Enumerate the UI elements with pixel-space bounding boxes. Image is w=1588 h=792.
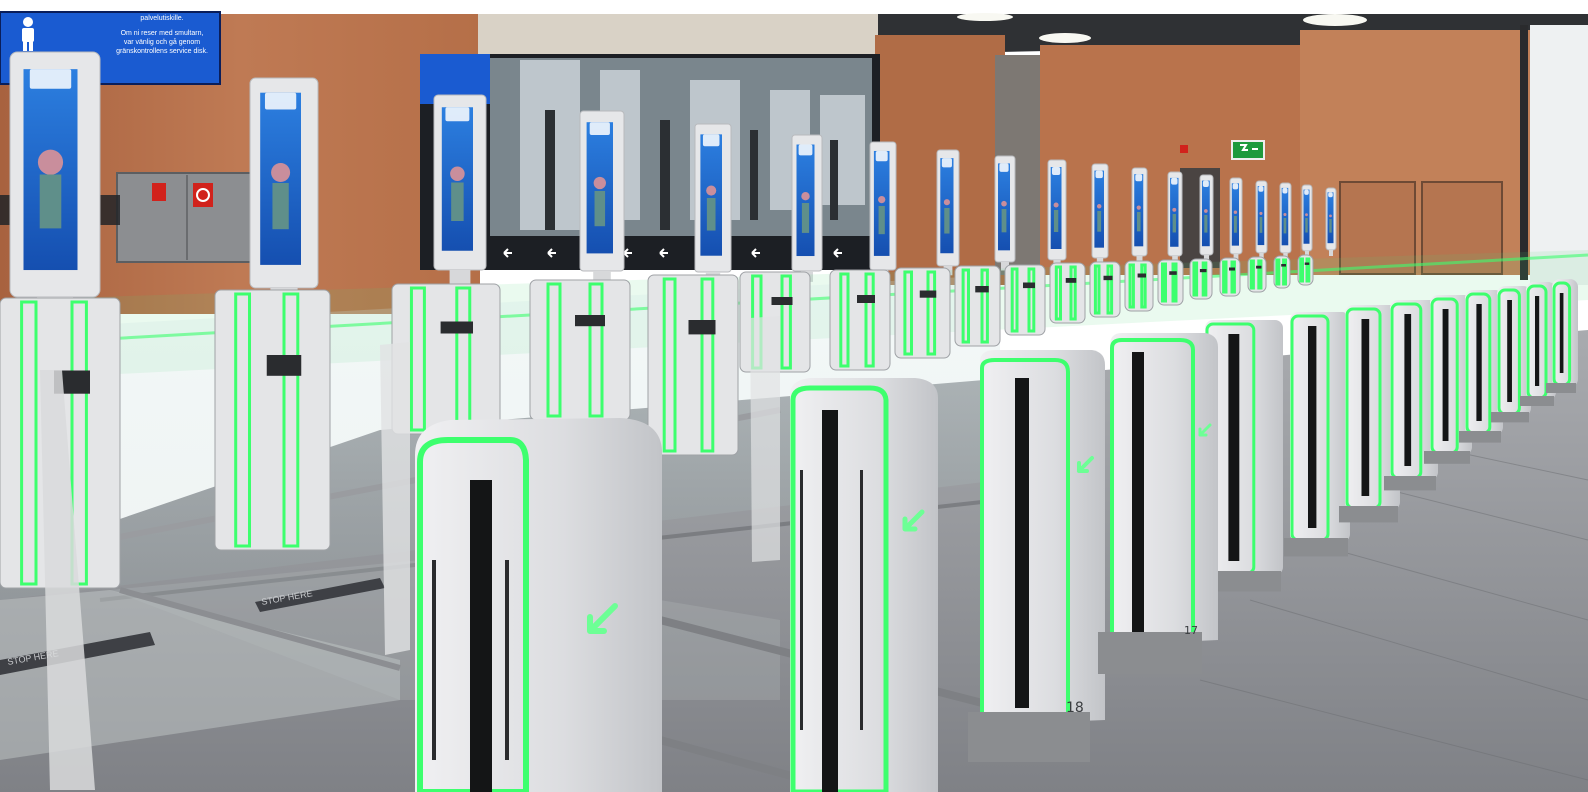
fire-extinguisher-icon <box>152 183 166 201</box>
gate-body-back <box>894 267 951 359</box>
egate-hall-photo: STOP HERE STOP HERE 18 17 palvelutiskill… <box>0 0 1588 792</box>
kiosk-screen <box>9 51 101 317</box>
kiosk-screen <box>1301 184 1313 257</box>
kiosk-screen <box>791 134 823 282</box>
gate-body-back <box>1049 262 1086 324</box>
kiosk-screen <box>1167 171 1183 263</box>
info-sign-line: Om ni reser med smultarn, <box>120 30 204 37</box>
info-sign-text: palvelutiskille. Om ni reser med smultar… <box>110 14 214 56</box>
gate-body-back <box>1189 258 1213 300</box>
gate-body-back <box>1247 256 1267 293</box>
gate-body-back <box>1219 257 1241 297</box>
gate-pillar-front <box>415 418 662 792</box>
gate-body-back <box>1157 259 1184 306</box>
gate-pillar-18: 18 <box>968 350 1105 762</box>
kiosk-screen <box>579 110 625 284</box>
kiosk-screen <box>1229 177 1243 261</box>
info-sign-line: var vänlig och gå genom <box>123 39 201 46</box>
kiosk-screen <box>433 94 487 284</box>
scene-drawing: STOP HERE STOP HERE 18 17 <box>0 0 1588 792</box>
gate-pillar-front <box>790 378 938 792</box>
gate-pillar-17: 17 <box>1098 333 1218 674</box>
gate-number: 17 <box>1184 624 1198 637</box>
kiosk-screen <box>936 149 960 276</box>
gate-body-back <box>1273 255 1291 289</box>
window <box>1530 25 1588 285</box>
gate-body-back <box>1124 260 1154 312</box>
gate-body-back <box>1004 264 1046 336</box>
gate-body-back <box>214 289 331 551</box>
kiosk-screen <box>994 155 1016 271</box>
ceiling-light <box>957 13 1013 21</box>
kiosk-screen <box>1131 167 1148 264</box>
ceiling-light <box>1039 33 1091 43</box>
kiosk-screen <box>1199 174 1214 262</box>
kiosk-screen <box>1325 187 1337 256</box>
kiosk-screen <box>1279 182 1292 259</box>
kiosk-screen <box>1047 159 1067 268</box>
gate-body-back <box>829 269 891 371</box>
gate-body-back <box>954 265 1001 347</box>
kiosk-screen <box>694 123 732 284</box>
gate-number: 18 <box>1066 700 1084 716</box>
kiosk-screen <box>249 77 319 305</box>
ceiling-light <box>1303 14 1367 26</box>
kiosk-screen <box>1255 180 1268 259</box>
info-sign-line: palvelutiskille. <box>140 15 184 22</box>
gate-body-back <box>1297 254 1314 286</box>
gate-body-back <box>529 279 631 421</box>
fire-sign-icon <box>1180 145 1188 153</box>
gate-body-back <box>647 274 739 456</box>
kiosk-screen <box>1091 163 1109 266</box>
info-sign-line: gränskontrollens service disk. <box>116 48 208 55</box>
kiosk-screen <box>869 141 897 281</box>
gate-body-back <box>1089 261 1121 318</box>
